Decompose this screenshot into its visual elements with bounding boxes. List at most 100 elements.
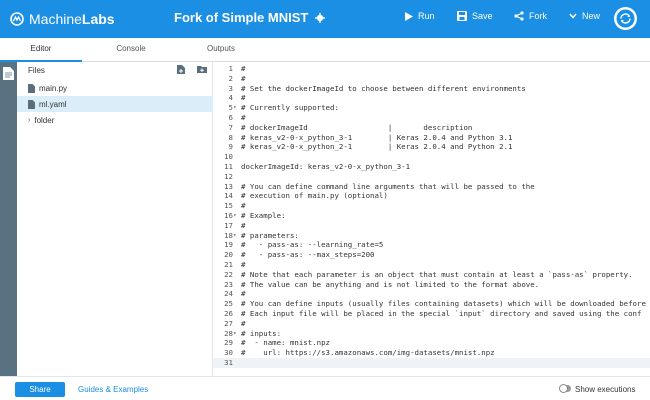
line-number: 13	[224, 181, 233, 191]
fork-button[interactable]: Fork	[514, 11, 547, 21]
file-explorer-icon[interactable]	[3, 67, 14, 80]
code-line[interactable]: 24 #	[213, 289, 650, 299]
line-number: 9	[228, 142, 233, 152]
code-line[interactable]: 12	[213, 172, 650, 182]
code-line[interactable]: 30 # url: https://s3.amazonaws.com/img-da…	[213, 348, 650, 358]
code-text: #	[241, 93, 246, 103]
file-item-main-py[interactable]: main.py	[17, 80, 213, 96]
line-number: 2	[228, 73, 233, 83]
code-line[interactable]: 10	[213, 152, 650, 162]
code-line[interactable]: 23 # The value can be anything and is not…	[213, 280, 650, 290]
folder-item[interactable]: › folder	[17, 112, 213, 128]
lab-title-text: Fork of Simple MNIST	[174, 10, 309, 25]
line-number: 15	[224, 201, 233, 211]
code-line[interactable]: 16 ▾ # Example:	[213, 211, 650, 221]
code-line[interactable]: 9 # keras_v2-0-x_python_2-1 | Keras 2.0.4…	[213, 142, 650, 152]
code-text: # Each input file will be placed in the …	[241, 309, 642, 318]
code-text: # parameters:	[241, 230, 299, 240]
code-line[interactable]: 1 #	[213, 64, 650, 74]
code-line[interactable]: 25 # You can define inputs (usually files…	[213, 299, 650, 309]
play-icon	[405, 11, 413, 21]
new-label: New	[582, 11, 601, 21]
code-line[interactable]: 7 # dockerImageId | description	[213, 123, 650, 133]
line-number: 21	[224, 260, 233, 269]
line-number: 26	[224, 309, 233, 318]
fold-toggle-icon[interactable]: ▾	[233, 211, 239, 221]
tab-editor[interactable]: Editor	[0, 38, 82, 62]
show-executions-toggle[interactable]	[560, 385, 571, 392]
line-number: 5	[228, 103, 233, 113]
new-file-icon[interactable]	[177, 65, 185, 74]
code-editor[interactable]: 1 #2 #3 # Set the dockerImageId to choose b…	[213, 62, 650, 376]
code-text: # - name: mnist.npz	[241, 338, 330, 348]
save-label: Save	[472, 11, 493, 21]
line-number: 1	[228, 64, 233, 73]
line-number: 25	[224, 299, 233, 309]
code-text: # url: https://s3.amazonaws.com/img-data…	[241, 348, 495, 358]
code-line[interactable]: 28 ▾ # inputs:	[213, 329, 650, 339]
machinelabs-logo[interactable]: MachineLabs	[10, 9, 115, 29]
code-line[interactable]: 14 # execution of main.py (optional)	[213, 191, 650, 201]
code-line[interactable]: 4 #	[213, 93, 650, 103]
file-icon	[28, 83, 35, 93]
tab-console[interactable]: Console	[90, 38, 172, 62]
line-number: 4	[228, 93, 233, 103]
code-line[interactable]: 20 # - pass-as: --max_steps=200	[213, 250, 650, 260]
code-text: # Currently supported:	[241, 103, 339, 113]
editor-tabs: Editor Console Outputs	[0, 38, 650, 62]
fold-toggle-icon[interactable]: ▾	[233, 231, 239, 241]
code-line[interactable]: 18 ▾ # parameters:	[213, 231, 650, 241]
line-number: 10	[224, 152, 233, 162]
line-number: 6	[228, 113, 233, 122]
file-icon	[28, 99, 35, 109]
code-line[interactable]: 29 # - name: mnist.npz	[213, 338, 650, 348]
file-tree-title: Files	[28, 66, 45, 75]
line-number: 18	[224, 230, 233, 240]
code-line[interactable]: 2 #	[213, 74, 650, 84]
code-line[interactable]: 8 # keras_v2-0-x_python_3-1 | Keras 2.0.4…	[213, 133, 650, 143]
code-line[interactable]: 6 #	[213, 113, 650, 123]
gear-icon[interactable]	[315, 12, 326, 23]
code-text: #	[241, 260, 246, 269]
code-text: # You can define command line arguments …	[241, 181, 535, 191]
tab-outputs[interactable]: Outputs	[180, 38, 262, 62]
code-line[interactable]: 15 #	[213, 201, 650, 211]
fold-toggle-icon[interactable]: ▾	[233, 329, 239, 339]
share-fork-icon	[514, 11, 524, 21]
code-line[interactable]: 22 # Note that each parameter is an objec…	[213, 270, 650, 280]
code-line[interactable]: 3 # Set the dockerImageId to choose betwe…	[213, 84, 650, 94]
logo-icon	[10, 12, 24, 26]
file-item-ml-yaml[interactable]: ml.yaml	[17, 96, 213, 112]
line-number: 19	[224, 240, 233, 250]
chevron-right-icon[interactable]: ›	[28, 117, 30, 124]
code-text: #	[241, 289, 246, 299]
code-line[interactable]: 21 #	[213, 260, 650, 270]
fold-toggle-icon[interactable]: ▾	[233, 103, 239, 113]
new-button[interactable]: New	[569, 11, 600, 21]
brand-name-light: Machine	[29, 11, 82, 27]
line-number: 27	[224, 318, 233, 328]
line-number: 3	[228, 83, 233, 93]
line-number: 7	[228, 122, 233, 132]
code-line[interactable]: 27 #	[213, 319, 650, 329]
user-avatar[interactable]	[614, 7, 637, 30]
folder-item-label: folder	[34, 115, 55, 125]
file-item-label: main.py	[39, 83, 68, 93]
new-folder-icon[interactable]	[197, 65, 207, 73]
code-line[interactable]: 26 # Each input file will be placed in th…	[213, 309, 650, 319]
guides-examples-link[interactable]: Guides & Examples	[78, 385, 148, 394]
line-number: 8	[228, 132, 233, 142]
share-button[interactable]: Share	[15, 382, 65, 397]
line-number: 12	[224, 171, 233, 181]
run-button[interactable]: Run	[405, 11, 435, 21]
code-line[interactable]: 13 # You can define command line argument…	[213, 182, 650, 192]
save-button[interactable]: Save	[457, 11, 493, 21]
code-line[interactable]: 11 dockerImageId: keras_v2-0-x_python_3-1	[213, 162, 650, 172]
fork-label: Fork	[529, 11, 547, 21]
code-line[interactable]: 5 ▾ # Currently supported:	[213, 103, 650, 113]
code-text: # Set the dockerImageId to choose betwee…	[241, 83, 526, 93]
code-line[interactable]: 19 # - pass-as: --learning_rate=5	[213, 240, 650, 250]
code-text: # - pass-as: --max_steps=200	[241, 250, 375, 260]
code-line[interactable]: 17 #	[213, 221, 650, 231]
code-line[interactable]: 31	[213, 358, 650, 368]
